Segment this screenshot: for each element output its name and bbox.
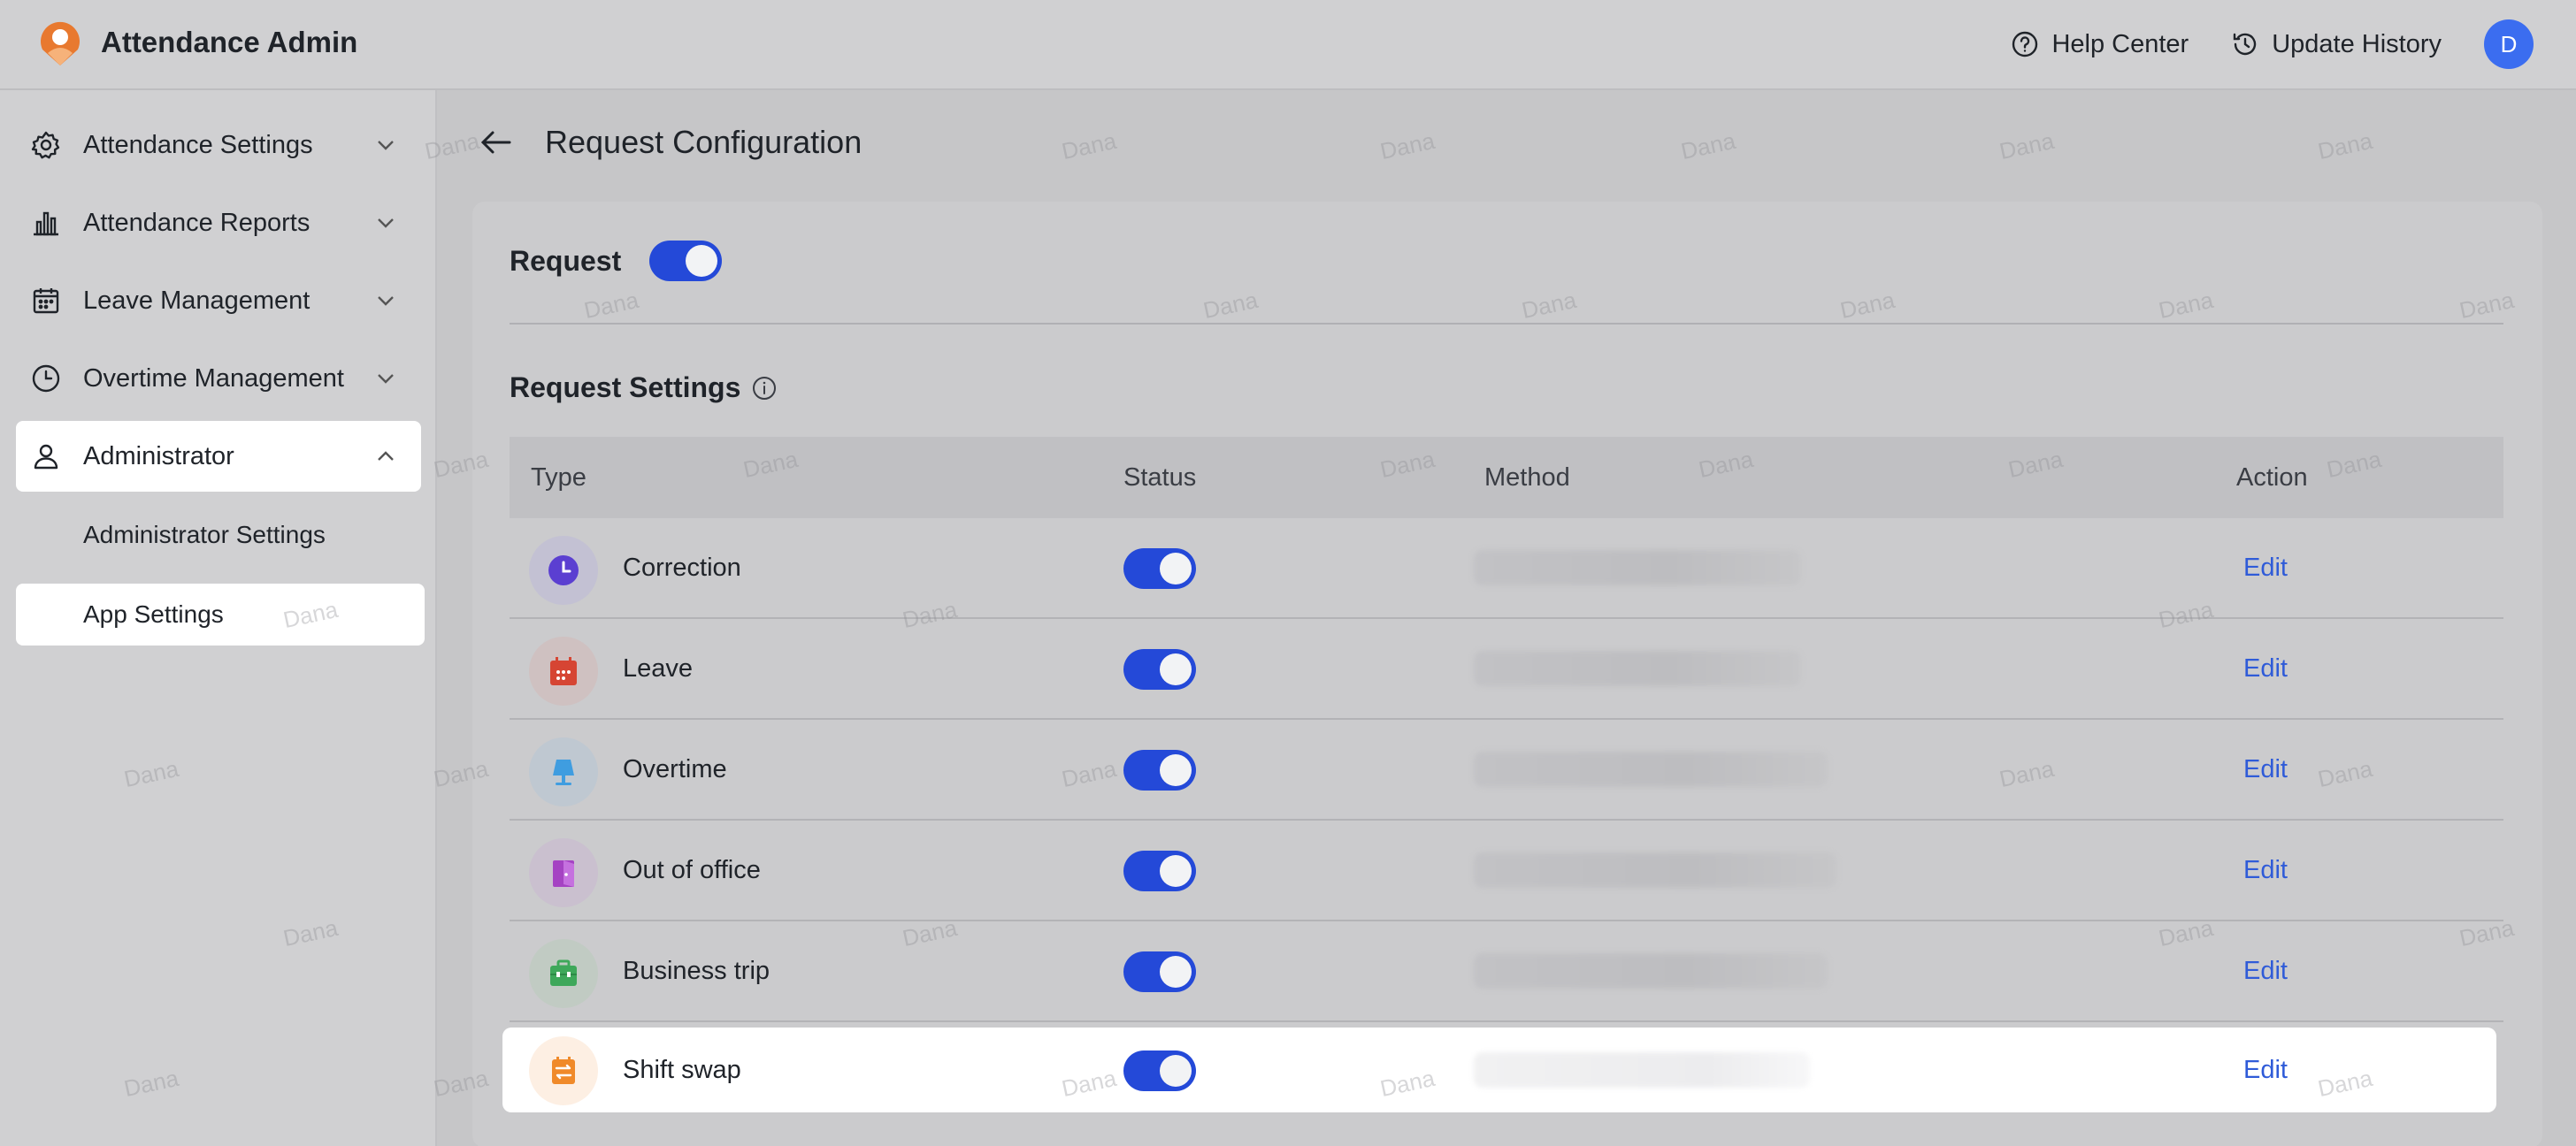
type-icon-badge [529, 737, 598, 806]
column-header-action: Action [2236, 463, 2308, 492]
bar-chart-icon [34, 211, 58, 236]
brand[interactable]: Attendance Admin [37, 18, 357, 67]
type-icon-badge [529, 536, 598, 605]
swap-icon [552, 1057, 575, 1084]
edit-link[interactable]: Edit [2243, 856, 2288, 885]
sidebar-subitem-app-settings[interactable]: App Settings [16, 584, 425, 646]
sidebar: Attendance Settings Attendance Reports L… [0, 90, 437, 1146]
request-toggle-row: Request [510, 241, 723, 281]
lamp-icon [553, 760, 574, 785]
type-label: Correction [623, 554, 741, 582]
sidebar-subitem-administrator-settings[interactable]: Administrator Settings [16, 504, 425, 566]
app-title: Attendance Admin [101, 26, 358, 58]
help-center-label: Help Center [2051, 29, 2189, 58]
table-row: Shift swap Edit [502, 1028, 2496, 1112]
sidebar-item-overtime-management[interactable]: Overtime Management [16, 343, 421, 414]
edit-link[interactable]: Edit [2243, 554, 2288, 583]
edit-link[interactable]: Edit [2243, 654, 2288, 684]
edit-link[interactable]: Edit [2243, 1056, 2288, 1085]
column-header-status: Status [1123, 463, 1197, 492]
help-icon [2012, 31, 2038, 57]
status-toggle[interactable] [1123, 750, 1196, 791]
watermark: Dana [1997, 126, 2057, 165]
divider [510, 323, 2503, 325]
app-logo-icon [41, 21, 80, 65]
type-label: Overtime [623, 755, 727, 783]
table-row: Overtime Edit [510, 720, 2503, 821]
watermark: Dana [1059, 126, 1119, 165]
history-icon [2233, 33, 2257, 56]
type-label: Leave [623, 654, 694, 683]
edit-link[interactable]: Edit [2243, 957, 2288, 986]
table-row: Out of office Edit [510, 821, 2503, 921]
type-icon-badge [529, 1036, 598, 1105]
sidebar-subitem-label: App Settings [83, 600, 224, 628]
type-icon-badge [529, 838, 598, 907]
clock-icon [548, 555, 579, 585]
gear-icon [31, 131, 60, 159]
table-header: Type Status Method Action [510, 437, 2503, 518]
status-toggle[interactable] [1123, 851, 1196, 891]
sidebar-item-attendance-reports[interactable]: Attendance Reports [16, 187, 421, 258]
table-row: Correction Edit [510, 518, 2503, 619]
section-title: Request Settings [510, 371, 778, 404]
table-row: Business trip Edit [510, 921, 2503, 1022]
type-icon-badge [529, 637, 598, 706]
method-value-blurred [1474, 752, 1828, 787]
page-title: Request Configuration [545, 124, 862, 160]
method-value-blurred [1474, 550, 1801, 585]
clock-icon [32, 364, 60, 393]
method-value-blurred [1474, 651, 1801, 686]
back-arrow-icon[interactable] [478, 124, 515, 161]
request-toggle[interactable] [649, 241, 723, 281]
help-center-link[interactable]: Help Center [2011, 30, 2189, 59]
sidebar-item-label: Attendance Settings [83, 130, 313, 159]
door-icon [553, 860, 574, 887]
top-bar: Attendance Admin Help Center Update Hist… [0, 0, 2576, 90]
update-history-link[interactable]: Update History [2231, 30, 2442, 59]
calendar-icon [550, 657, 577, 685]
request-settings-title: Request Settings [510, 371, 741, 403]
chevron-up-icon [378, 451, 394, 461]
type-label: Out of office [623, 856, 761, 884]
sidebar-item-leave-management[interactable]: Leave Management [16, 265, 421, 336]
watermark: Dana [2315, 126, 2375, 165]
status-toggle[interactable] [1123, 1050, 1196, 1091]
status-toggle[interactable] [1123, 548, 1196, 589]
request-label: Request [510, 244, 622, 277]
sidebar-item-label: Overtime Management [83, 363, 344, 393]
sidebar-item-label: Leave Management [83, 286, 310, 315]
calendar-icon [33, 288, 59, 314]
type-label: Shift swap [623, 1056, 741, 1084]
watermark: Dana [1377, 126, 1438, 165]
sidebar-item-label: Administrator [83, 441, 234, 470]
user-icon [34, 444, 58, 470]
chevron-down-icon [378, 141, 394, 150]
chevron-down-icon [378, 374, 394, 384]
sidebar-item-attendance-settings[interactable]: Attendance Settings [16, 110, 421, 180]
type-label: Business trip [623, 957, 770, 985]
watermark: Dana [1678, 126, 1738, 165]
column-header-method: Method [1484, 463, 1570, 492]
table-row: Leave Edit [510, 619, 2503, 720]
update-history-label: Update History [2272, 29, 2442, 58]
chevron-down-icon [378, 218, 394, 228]
info-icon[interactable] [751, 375, 778, 401]
method-value-blurred [1474, 852, 1836, 888]
sidebar-subitem-label: Administrator Settings [83, 521, 326, 548]
column-header-type: Type [531, 463, 586, 492]
briefcase-icon [550, 959, 577, 986]
method-value-blurred [1474, 953, 1828, 989]
edit-link[interactable]: Edit [2243, 755, 2288, 784]
status-toggle[interactable] [1123, 951, 1196, 992]
page-header: Request Configuration [478, 124, 862, 161]
sidebar-item-administrator[interactable]: Administrator [16, 421, 421, 492]
chevron-down-icon [378, 296, 394, 306]
status-toggle[interactable] [1123, 649, 1196, 690]
method-value-blurred [1474, 1052, 1810, 1088]
avatar[interactable]: D [2484, 19, 2534, 69]
sidebar-item-label: Attendance Reports [83, 208, 310, 237]
type-icon-badge [529, 939, 598, 1008]
